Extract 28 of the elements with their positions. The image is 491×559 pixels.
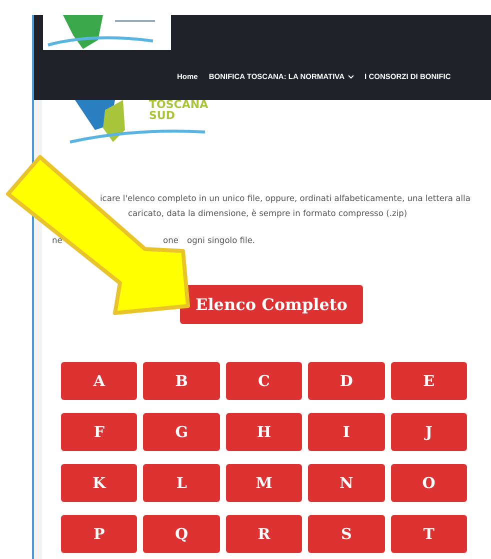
paragraph-text: ogni singolo file. <box>187 234 256 244</box>
paragraph-text: ne <box>52 234 64 244</box>
letter-button[interactable]: E <box>390 362 467 400</box>
logo-drawing: TOSCANA SUD <box>65 100 210 145</box>
letter-button[interactable]: F <box>61 413 138 451</box>
letter-button[interactable]: H <box>226 413 302 451</box>
letter-button[interactable]: P <box>61 515 138 553</box>
paragraph-text: caricato, data la dimensione, è sempre in formato compresso (.zip) <box>128 208 408 218</box>
letter-button[interactable]: N <box>308 464 385 502</box>
paragraph-text: icare l'elenco completo in un unico file, oppure, ordinati alfabeticamente, una lettera alla <box>100 192 470 202</box>
letter-button[interactable]: C <box>226 362 302 400</box>
letter-button[interactable]: Q <box>143 515 220 553</box>
letter-button[interactable]: M <box>226 464 302 502</box>
letter-button[interactable]: G <box>143 413 220 451</box>
letter-button[interactable]: J <box>390 413 467 451</box>
letter-button[interactable]: L <box>143 464 220 502</box>
letter-button[interactable]: K <box>61 464 138 502</box>
letter-button[interactable]: I <box>308 413 385 451</box>
letter-button[interactable]: A <box>61 362 138 400</box>
letter-button[interactable]: T <box>390 515 467 553</box>
paragraph-text: one <box>163 234 180 244</box>
letter-button[interactable]: S <box>308 515 385 553</box>
letter-button[interactable]: O <box>390 464 467 502</box>
chevron-down-icon <box>348 74 354 78</box>
full-list-button[interactable]: Elenco Completo <box>180 285 363 324</box>
letter-button[interactable]: B <box>143 362 220 400</box>
letter-button[interactable]: D <box>308 362 385 400</box>
letter-button[interactable]: R <box>226 515 302 553</box>
